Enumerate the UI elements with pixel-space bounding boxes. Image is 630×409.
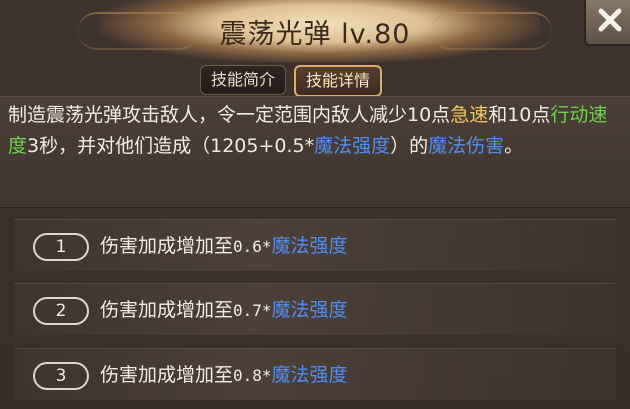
tab-skill-details[interactable]: 技能详情 (294, 65, 383, 97)
upgrade-stat: 魔法强度 (271, 299, 348, 321)
skill-description: 制造震荡光弹攻击敌人，令一定范围内敌人减少10点急速和10点行动速度3秒，并对他… (8, 100, 626, 162)
level-badge: 2 (33, 297, 89, 325)
desc-text: 制造震荡光弹攻击敌人，令一定范围内敌人减少10点 (8, 104, 451, 126)
skill-detail-panel: 震荡光弹 lv.80 技能简介 技能详情 制造震荡光弹攻击敌人，令一定范围内敌人… (0, 0, 630, 409)
upgrade-value: 0.6* (233, 237, 272, 256)
close-button[interactable] (584, 0, 630, 46)
upgrade-row: 3 伤害加成增加至0.8*魔法强度 (0, 348, 630, 400)
tab-skill-summary[interactable]: 技能简介 (200, 65, 287, 95)
desc-text: 。 (504, 135, 524, 157)
upgrade-prefix: 伤害加成增加至 (100, 299, 234, 321)
desc-text: 和10点 (488, 104, 551, 126)
upgrade-value: 0.8* (233, 366, 272, 385)
desc-keyword-haste: 急速 (450, 104, 489, 126)
skill-title: 震荡光弹 lv.80 (219, 19, 411, 50)
upgrade-text: 伤害加成增加至0.6*魔法强度 (100, 231, 348, 258)
desc-keyword-magic-power: 魔法强度 (314, 135, 391, 157)
close-x-icon (598, 8, 622, 32)
desc-text: ）的 (390, 135, 429, 157)
upgrade-row: 2 伤害加成增加至0.7*魔法强度 (0, 283, 630, 335)
upgrade-text: 伤害加成增加至0.8*魔法强度 (100, 360, 348, 387)
level-badge: 1 (33, 233, 89, 261)
upgrade-prefix: 伤害加成增加至 (100, 364, 234, 386)
desc-keyword-magic-damage: 魔法伤害 (428, 135, 505, 157)
level-badge: 3 (33, 362, 89, 390)
upgrade-row: 1 伤害加成增加至0.6*魔法强度 (0, 219, 630, 271)
tab-bar: 技能简介 技能详情 (200, 65, 383, 97)
upgrade-prefix: 伤害加成增加至 (100, 235, 234, 257)
upgrade-stat: 魔法强度 (271, 364, 348, 386)
upgrade-stat: 魔法强度 (271, 235, 348, 257)
upgrade-value: 0.7* (233, 301, 272, 320)
upgrade-text: 伤害加成增加至0.7*魔法强度 (100, 295, 348, 322)
desc-text: 3秒，并对他们造成（1205+0.5* (27, 135, 315, 157)
